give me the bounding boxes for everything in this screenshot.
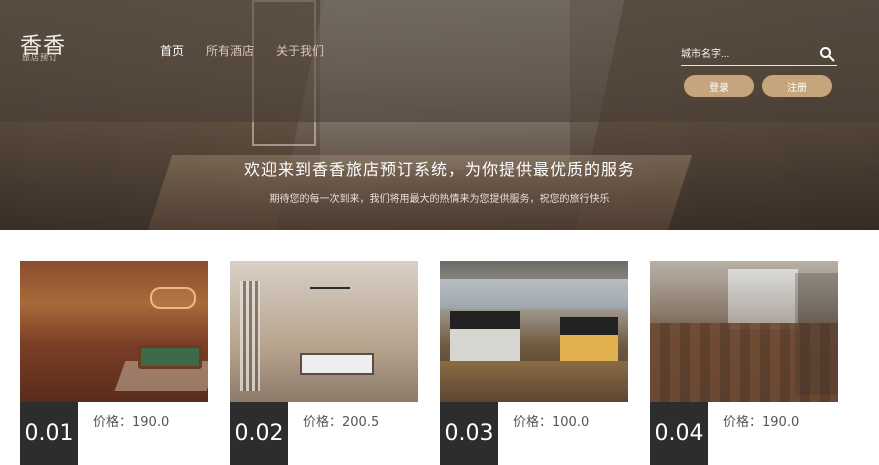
hotel-image[interactable] <box>230 261 418 402</box>
hotel-card[interactable]: 0.04 价格：190.0 <box>650 261 838 465</box>
room-price: 价格：200.5 <box>303 415 380 430</box>
search-icon[interactable] <box>819 46 835 62</box>
welcome-title: 欢迎来到香香旅店预订系统，为你提供最优质的服务 <box>243 160 635 179</box>
room-price: 价格：190.0 <box>93 415 170 430</box>
room-code: 0.03 <box>440 402 498 465</box>
image-dining-table <box>300 353 374 375</box>
image-wall-panel <box>240 281 260 391</box>
hero-window <box>320 0 570 170</box>
register-button[interactable]: 注册 <box>762 75 832 97</box>
nav-all-hotels[interactable]: 所有酒店 <box>206 42 254 59</box>
room-code: 0.01 <box>20 402 78 465</box>
room-code: 0.04 <box>650 402 708 465</box>
login-button[interactable]: 登录 <box>684 75 754 97</box>
room-price: 价格：100.0 <box>513 415 590 430</box>
hero-banner: 香香 旅店预订 首页 所有酒店 关于我们 登录 注册 欢迎来到香香旅店预订系统，… <box>0 0 879 230</box>
room-code: 0.02 <box>230 402 288 465</box>
search-input[interactable] <box>681 44 815 64</box>
hotel-card[interactable]: 0.03 价格：100.0 <box>440 261 628 465</box>
hotel-image[interactable] <box>650 261 838 402</box>
hotel-image[interactable] <box>20 261 208 402</box>
hotel-image[interactable] <box>440 261 628 402</box>
top-nav: 首页 所有酒店 关于我们 <box>160 42 324 59</box>
image-lamp <box>150 287 196 309</box>
logo-sub: 旅店预订 <box>22 53 58 62</box>
site-logo: 香香 旅店预订 <box>20 28 80 68</box>
hotel-card[interactable]: 0.01 价格：190.0 <box>20 261 208 465</box>
image-door <box>795 273 838 395</box>
auth-buttons: 登录 注册 <box>684 75 832 97</box>
nav-about[interactable]: 关于我们 <box>276 42 324 59</box>
hero-wall-frame <box>252 0 316 146</box>
image-ground <box>440 361 628 402</box>
hotel-card[interactable]: 0.02 价格：200.5 <box>230 261 418 465</box>
room-price: 价格：190.0 <box>723 415 800 430</box>
image-pool-table <box>138 345 202 369</box>
image-window <box>728 269 798 329</box>
search-bar <box>681 44 837 66</box>
image-water <box>440 279 628 309</box>
hotel-cards: 0.01 价格：190.0 0.02 价格：200.5 0.03 价格：100.… <box>20 261 859 465</box>
image-chandelier <box>310 287 350 307</box>
nav-home[interactable]: 首页 <box>160 42 184 59</box>
hero-welcome: 欢迎来到香香旅店预订系统，为你提供最优质的服务 期待您的每一次到来，我们将用最大… <box>0 156 879 205</box>
welcome-subtitle: 期待您的每一次到来，我们将用最大的热情来为您提供服务，祝您的旅行快乐 <box>269 194 610 205</box>
